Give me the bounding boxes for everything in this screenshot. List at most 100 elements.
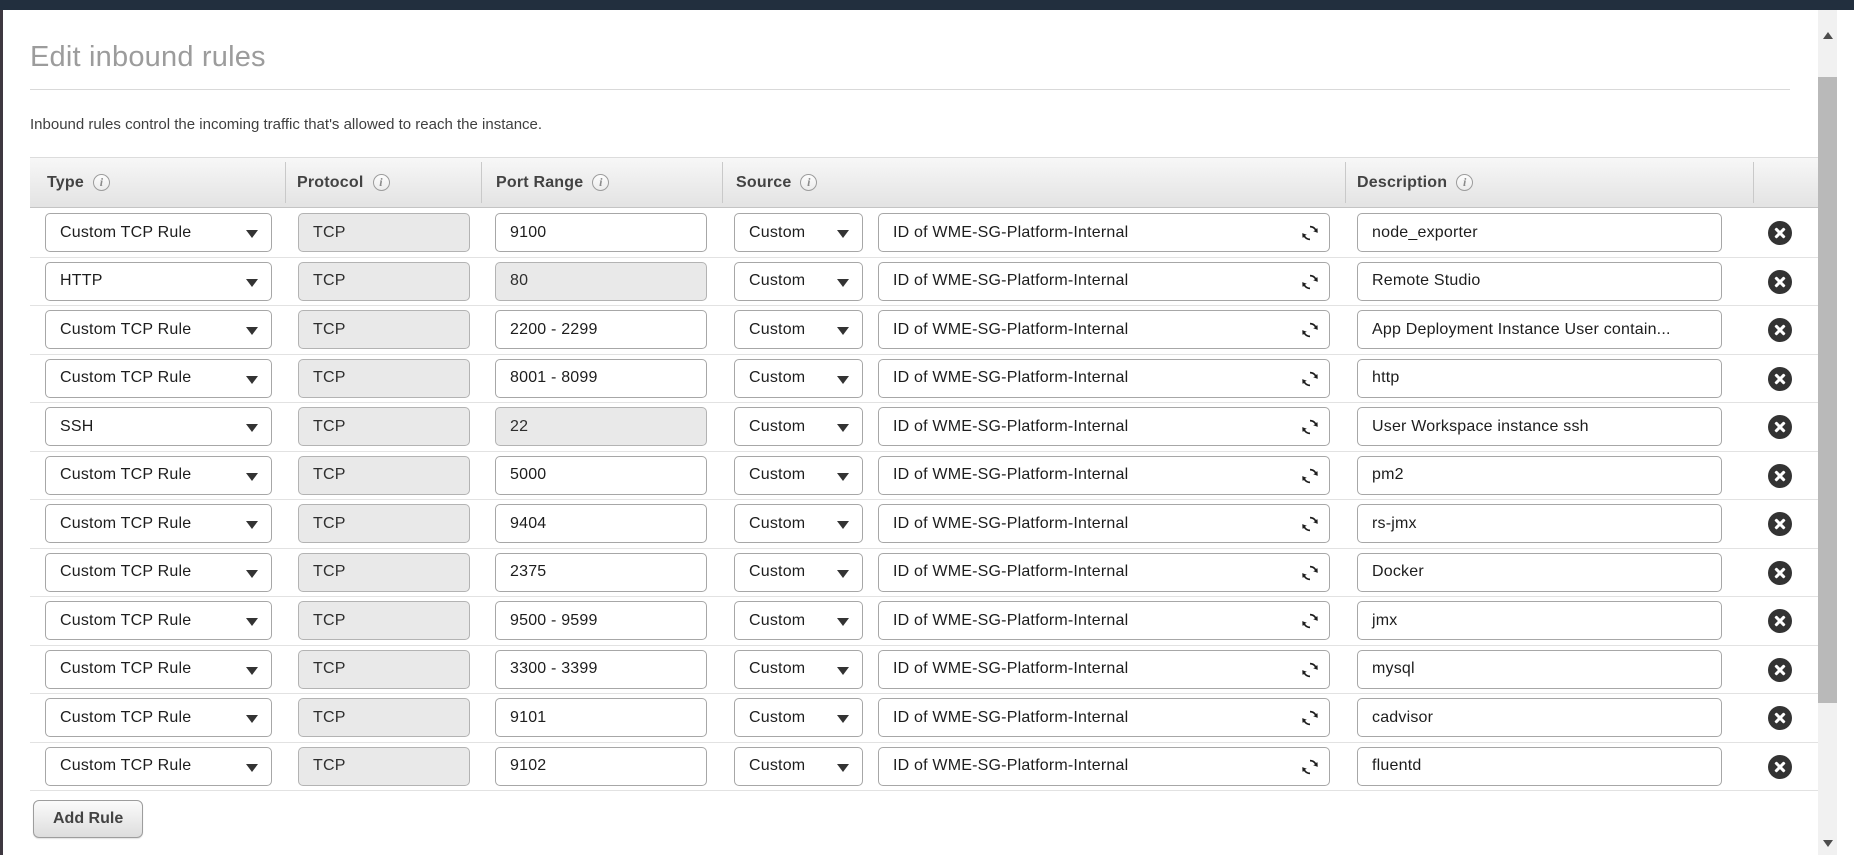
delete-rule-button[interactable] <box>1768 318 1792 342</box>
source-type-select[interactable]: Custom <box>734 310 863 349</box>
source-type-select[interactable]: Custom <box>734 504 863 543</box>
refresh-icon[interactable] <box>1301 612 1319 630</box>
port-range-value: 9102 <box>510 757 546 775</box>
scrollbar-thumb[interactable] <box>1818 77 1837 703</box>
port-range-input[interactable]: 2200 - 2299 <box>495 310 707 349</box>
refresh-icon[interactable] <box>1301 321 1319 339</box>
refresh-icon[interactable] <box>1301 564 1319 582</box>
source-type-value: Custom <box>749 272 805 290</box>
port-range-input[interactable]: 9102 <box>495 747 707 786</box>
source-type-value: Custom <box>749 660 805 678</box>
type-select[interactable]: Custom TCP Rule <box>45 456 272 495</box>
source-type-select[interactable]: Custom <box>734 747 863 786</box>
info-icon[interactable]: i <box>800 174 817 191</box>
type-select[interactable]: Custom TCP Rule <box>45 650 272 689</box>
refresh-icon[interactable] <box>1301 661 1319 679</box>
refresh-icon[interactable] <box>1301 709 1319 727</box>
description-input[interactable]: pm2 <box>1357 456 1722 495</box>
info-icon[interactable]: i <box>592 174 609 191</box>
source-value-input[interactable]: ID of WME-SG-Platform-Internal <box>878 650 1330 689</box>
column-divider <box>722 162 723 203</box>
refresh-icon[interactable] <box>1301 467 1319 485</box>
port-range-input[interactable]: 5000 <box>495 456 707 495</box>
description-input[interactable]: Docker <box>1357 553 1722 592</box>
description-input[interactable]: fluentd <box>1357 747 1722 786</box>
refresh-icon[interactable] <box>1301 758 1319 776</box>
port-range-input[interactable]: 9101 <box>495 698 707 737</box>
source-value-input[interactable]: ID of WME-SG-Platform-Internal <box>878 262 1330 301</box>
port-range-input[interactable]: 2375 <box>495 553 707 592</box>
refresh-icon[interactable] <box>1301 370 1319 388</box>
port-range-input[interactable]: 9100 <box>495 213 707 252</box>
description-input[interactable]: http <box>1357 359 1722 398</box>
source-value-input[interactable]: ID of WME-SG-Platform-Internal <box>878 310 1330 349</box>
type-select[interactable]: HTTP <box>45 262 272 301</box>
type-select[interactable]: Custom TCP Rule <box>45 213 272 252</box>
port-range-input[interactable]: 9500 - 9599 <box>495 601 707 640</box>
description-input[interactable]: rs-jmx <box>1357 504 1722 543</box>
delete-rule-button[interactable] <box>1768 609 1792 633</box>
refresh-icon[interactable] <box>1301 224 1319 242</box>
up-arrow-icon[interactable] <box>1823 32 1833 39</box>
description-input[interactable]: mysql <box>1357 650 1722 689</box>
delete-rule-button[interactable] <box>1768 561 1792 585</box>
source-type-select[interactable]: Custom <box>734 553 863 592</box>
type-select[interactable]: Custom TCP Rule <box>45 698 272 737</box>
source-type-select[interactable]: Custom <box>734 262 863 301</box>
port-range-input[interactable]: 9404 <box>495 504 707 543</box>
description-input[interactable]: User Workspace instance ssh <box>1357 407 1722 446</box>
type-select[interactable]: Custom TCP Rule <box>45 310 272 349</box>
type-select[interactable]: SSH <box>45 407 272 446</box>
source-type-value: Custom <box>749 709 805 727</box>
source-value-input[interactable]: ID of WME-SG-Platform-Internal <box>878 698 1330 737</box>
description-input[interactable]: cadvisor <box>1357 698 1722 737</box>
source-value-input[interactable]: ID of WME-SG-Platform-Internal <box>878 456 1330 495</box>
down-arrow-icon[interactable] <box>1823 840 1833 847</box>
source-value-input[interactable]: ID of WME-SG-Platform-Internal <box>878 213 1330 252</box>
description-input[interactable]: jmx <box>1357 601 1722 640</box>
delete-rule-button[interactable] <box>1768 755 1792 779</box>
type-select[interactable]: Custom TCP Rule <box>45 504 272 543</box>
scrollbar[interactable] <box>1818 10 1837 855</box>
delete-rule-button[interactable] <box>1768 706 1792 730</box>
source-type-select[interactable]: Custom <box>734 601 863 640</box>
source-type-select[interactable]: Custom <box>734 213 863 252</box>
info-icon[interactable]: i <box>93 174 110 191</box>
source-value-input[interactable]: ID of WME-SG-Platform-Internal <box>878 747 1330 786</box>
source-value-input[interactable]: ID of WME-SG-Platform-Internal <box>878 601 1330 640</box>
type-select[interactable]: Custom TCP Rule <box>45 747 272 786</box>
refresh-icon[interactable] <box>1301 273 1319 291</box>
rule-row: Custom TCP Rule TCP 5000 Custom ID of WM… <box>30 452 1818 501</box>
delete-rule-button[interactable] <box>1768 367 1792 391</box>
source-value-input[interactable]: ID of WME-SG-Platform-Internal <box>878 553 1330 592</box>
port-range-input[interactable]: 8001 - 8099 <box>495 359 707 398</box>
delete-rule-button[interactable] <box>1768 658 1792 682</box>
source-type-select[interactable]: Custom <box>734 407 863 446</box>
type-select-value: Custom TCP Rule <box>60 369 191 387</box>
type-select[interactable]: Custom TCP Rule <box>45 553 272 592</box>
description-input[interactable]: node_exporter <box>1357 213 1722 252</box>
type-select[interactable]: Custom TCP Rule <box>45 601 272 640</box>
port-range-input[interactable]: 3300 - 3399 <box>495 650 707 689</box>
add-rule-button[interactable]: Add Rule <box>33 800 143 838</box>
delete-rule-button[interactable] <box>1768 221 1792 245</box>
description-input[interactable]: Remote Studio <box>1357 262 1722 301</box>
info-icon[interactable]: i <box>1456 174 1473 191</box>
source-type-select[interactable]: Custom <box>734 359 863 398</box>
delete-rule-button[interactable] <box>1768 270 1792 294</box>
delete-rule-button[interactable] <box>1768 415 1792 439</box>
delete-rule-button[interactable] <box>1768 464 1792 488</box>
rule-row: Custom TCP Rule TCP 9101 Custom ID of WM… <box>30 694 1818 743</box>
source-value-input[interactable]: ID of WME-SG-Platform-Internal <box>878 407 1330 446</box>
source-type-select[interactable]: Custom <box>734 698 863 737</box>
source-value-input[interactable]: ID of WME-SG-Platform-Internal <box>878 359 1330 398</box>
refresh-icon[interactable] <box>1301 515 1319 533</box>
source-value-input[interactable]: ID of WME-SG-Platform-Internal <box>878 504 1330 543</box>
delete-rule-button[interactable] <box>1768 512 1792 536</box>
source-type-select[interactable]: Custom <box>734 650 863 689</box>
source-type-select[interactable]: Custom <box>734 456 863 495</box>
refresh-icon[interactable] <box>1301 418 1319 436</box>
info-icon[interactable]: i <box>373 174 390 191</box>
description-input[interactable]: App Deployment Instance User contain... <box>1357 310 1722 349</box>
type-select[interactable]: Custom TCP Rule <box>45 359 272 398</box>
